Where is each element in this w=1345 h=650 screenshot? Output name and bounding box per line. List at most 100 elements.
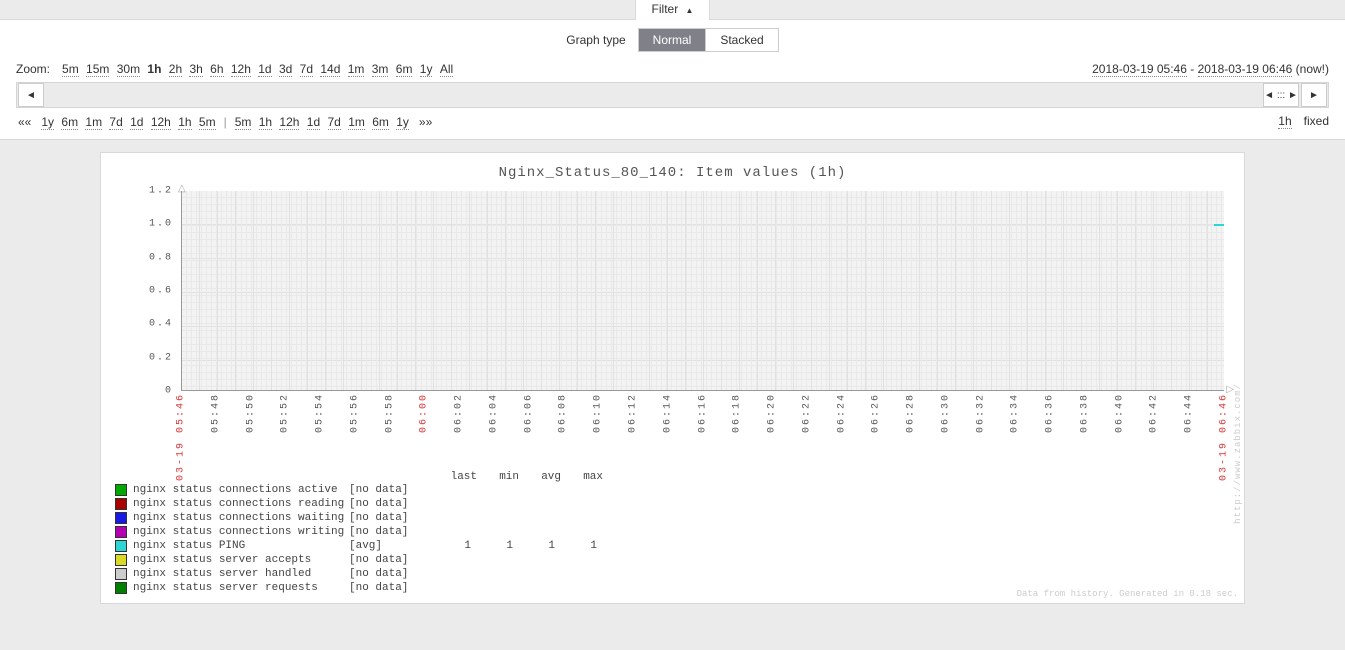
shift-back-1m[interactable]: 1m xyxy=(85,115,102,130)
legend-name: nginx status server handled xyxy=(133,567,349,581)
shift-fwd-1h[interactable]: 1h xyxy=(259,115,272,130)
zoom-30m[interactable]: 30m xyxy=(117,62,140,77)
shift-back-1y[interactable]: 1y xyxy=(41,115,54,130)
legend-last: 1 xyxy=(429,539,471,553)
shift-back-7d[interactable]: 7d xyxy=(109,115,122,130)
fixed-label: fixed xyxy=(1304,114,1329,129)
x-tick: 05:58 xyxy=(384,393,395,433)
legend-swatch xyxy=(115,582,127,594)
zoom-3d[interactable]: 3d xyxy=(279,62,292,77)
graph-type-label: Graph type xyxy=(566,33,625,47)
x-tick: 06:38 xyxy=(1079,393,1090,433)
zoom-3m[interactable]: 3m xyxy=(372,62,389,77)
x-tick: 06:30 xyxy=(940,393,951,433)
legend-agg: [no data] xyxy=(349,497,429,511)
zoom-14d[interactable]: 14d xyxy=(320,62,340,77)
shift-fwd-6m[interactable]: 6m xyxy=(372,115,389,130)
zoom-label: Zoom: xyxy=(16,62,50,76)
x-tick: 06:14 xyxy=(662,393,673,433)
shift-back-6m[interactable]: 6m xyxy=(61,115,78,130)
legend-row: nginx status connections waiting[no data… xyxy=(115,511,1234,525)
shift-fwd-7d[interactable]: 7d xyxy=(328,115,341,130)
shift-fwd-1m[interactable]: 1m xyxy=(348,115,365,130)
legend-name: nginx status connections reading xyxy=(133,497,349,511)
time-nav-bar: ◄ ◄ ::: ► ► xyxy=(16,82,1329,108)
legend-swatch xyxy=(115,526,127,538)
shift-back-12h[interactable]: 12h xyxy=(151,115,171,130)
legend-col-last: last xyxy=(435,471,477,483)
chart-title: Nginx_Status_80_140: Item values (1h) xyxy=(111,165,1234,181)
zoom-1d[interactable]: 1d xyxy=(258,62,271,77)
graph-type-normal[interactable]: Normal xyxy=(639,29,706,51)
x-tick: 06:42 xyxy=(1149,393,1160,433)
graph-type-stacked[interactable]: Stacked xyxy=(705,29,777,51)
legend-agg: [no data] xyxy=(349,525,429,539)
shift-fwd-1y[interactable]: 1y xyxy=(396,115,409,130)
nav-prev-button[interactable]: ◄ xyxy=(18,83,44,107)
watermark: http://www.zabbix.com/ xyxy=(1233,383,1243,524)
legend-swatch xyxy=(115,498,127,510)
legend-row: nginx status PING[avg]1111 xyxy=(115,539,1234,553)
legend-row: nginx status server handled[no data] xyxy=(115,567,1234,581)
x-tick: 05:48 xyxy=(210,393,221,433)
axis-arrow-up-icon: △ xyxy=(178,183,186,194)
legend-row: nginx status connections reading[no data… xyxy=(115,497,1234,511)
zoom-options: Zoom: 5m 15m 30m 1h 2h 3h 6h 12h 1d 3d 7… xyxy=(16,62,455,76)
fixed-range[interactable]: 1h xyxy=(1278,114,1291,129)
legend-row: nginx status connections active[no data] xyxy=(115,483,1234,497)
zoom-1y[interactable]: 1y xyxy=(420,62,433,77)
zoom-6h[interactable]: 6h xyxy=(210,62,223,77)
legend-col-max: max xyxy=(561,471,603,483)
shift-fwd-5m[interactable]: 5m xyxy=(235,115,252,130)
x-tick: 06:24 xyxy=(836,393,847,433)
shift-back-1h[interactable]: 1h xyxy=(178,115,191,130)
legend-agg: [avg] xyxy=(349,539,429,553)
legend-row: nginx status connections writing[no data… xyxy=(115,525,1234,539)
legend-agg: [no data] xyxy=(349,553,429,567)
filter-tab[interactable]: Filter ▲ xyxy=(635,0,711,20)
legend-name: nginx status server accepts xyxy=(133,553,349,567)
zoom-7d[interactable]: 7d xyxy=(300,62,313,77)
legend-agg: [no data] xyxy=(349,511,429,525)
time-now: (now!) xyxy=(1296,62,1329,76)
y-axis: 00.20.40.60.81.01.2 xyxy=(133,191,173,453)
zoom-12h[interactable]: 12h xyxy=(231,62,251,77)
legend-header: last min avg max xyxy=(355,471,1234,483)
x-tick: 06:10 xyxy=(593,393,604,433)
zoom-1m[interactable]: 1m xyxy=(348,62,365,77)
y-tick: 0.6 xyxy=(149,286,173,297)
shift-fwd-12h[interactable]: 12h xyxy=(279,115,299,130)
nav-select-button[interactable]: ◄ ::: ► xyxy=(1263,83,1299,107)
legend-swatch xyxy=(115,512,127,524)
x-tick: 06:02 xyxy=(454,393,465,433)
legend-agg: [no data] xyxy=(349,581,429,595)
zoom-5m[interactable]: 5m xyxy=(62,62,79,77)
legend-avg: 1 xyxy=(513,539,555,553)
legend-min: 1 xyxy=(471,539,513,553)
legend-name: nginx status connections writing xyxy=(133,525,349,539)
shift-fwd-1d[interactable]: 1d xyxy=(307,115,320,130)
time-to[interactable]: 2018-03-19 06:46 xyxy=(1198,62,1293,77)
zoom-3h[interactable]: 3h xyxy=(189,62,202,77)
x-tick: 03-19 06:46 xyxy=(1219,393,1230,481)
x-tick: 06:08 xyxy=(558,393,569,433)
zoom-15m[interactable]: 15m xyxy=(86,62,109,77)
zoom-All[interactable]: All xyxy=(440,62,453,77)
time-from[interactable]: 2018-03-19 05:46 xyxy=(1092,62,1187,77)
shift-back-5m[interactable]: 5m xyxy=(199,115,216,130)
shift-first[interactable]: «« xyxy=(18,115,31,129)
x-tick: 06:04 xyxy=(488,393,499,433)
nav-next-button[interactable]: ► xyxy=(1301,83,1327,107)
series-ping-segment xyxy=(1214,224,1224,226)
zoom-2h[interactable]: 2h xyxy=(169,62,182,77)
legend-swatch xyxy=(115,554,127,566)
x-tick: 06:36 xyxy=(1045,393,1056,433)
zoom-6m[interactable]: 6m xyxy=(396,62,413,77)
shift-last[interactable]: »» xyxy=(419,115,432,129)
shift-back-1d[interactable]: 1d xyxy=(130,115,143,130)
legend-max: 1 xyxy=(555,539,597,553)
time-range: 2018-03-19 05:46 - 2018-03-19 06:46 (now… xyxy=(1092,62,1329,76)
zoom-1h[interactable]: 1h xyxy=(147,62,161,76)
legend-row: nginx status server accepts[no data] xyxy=(115,553,1234,567)
x-tick: 06:06 xyxy=(523,393,534,433)
